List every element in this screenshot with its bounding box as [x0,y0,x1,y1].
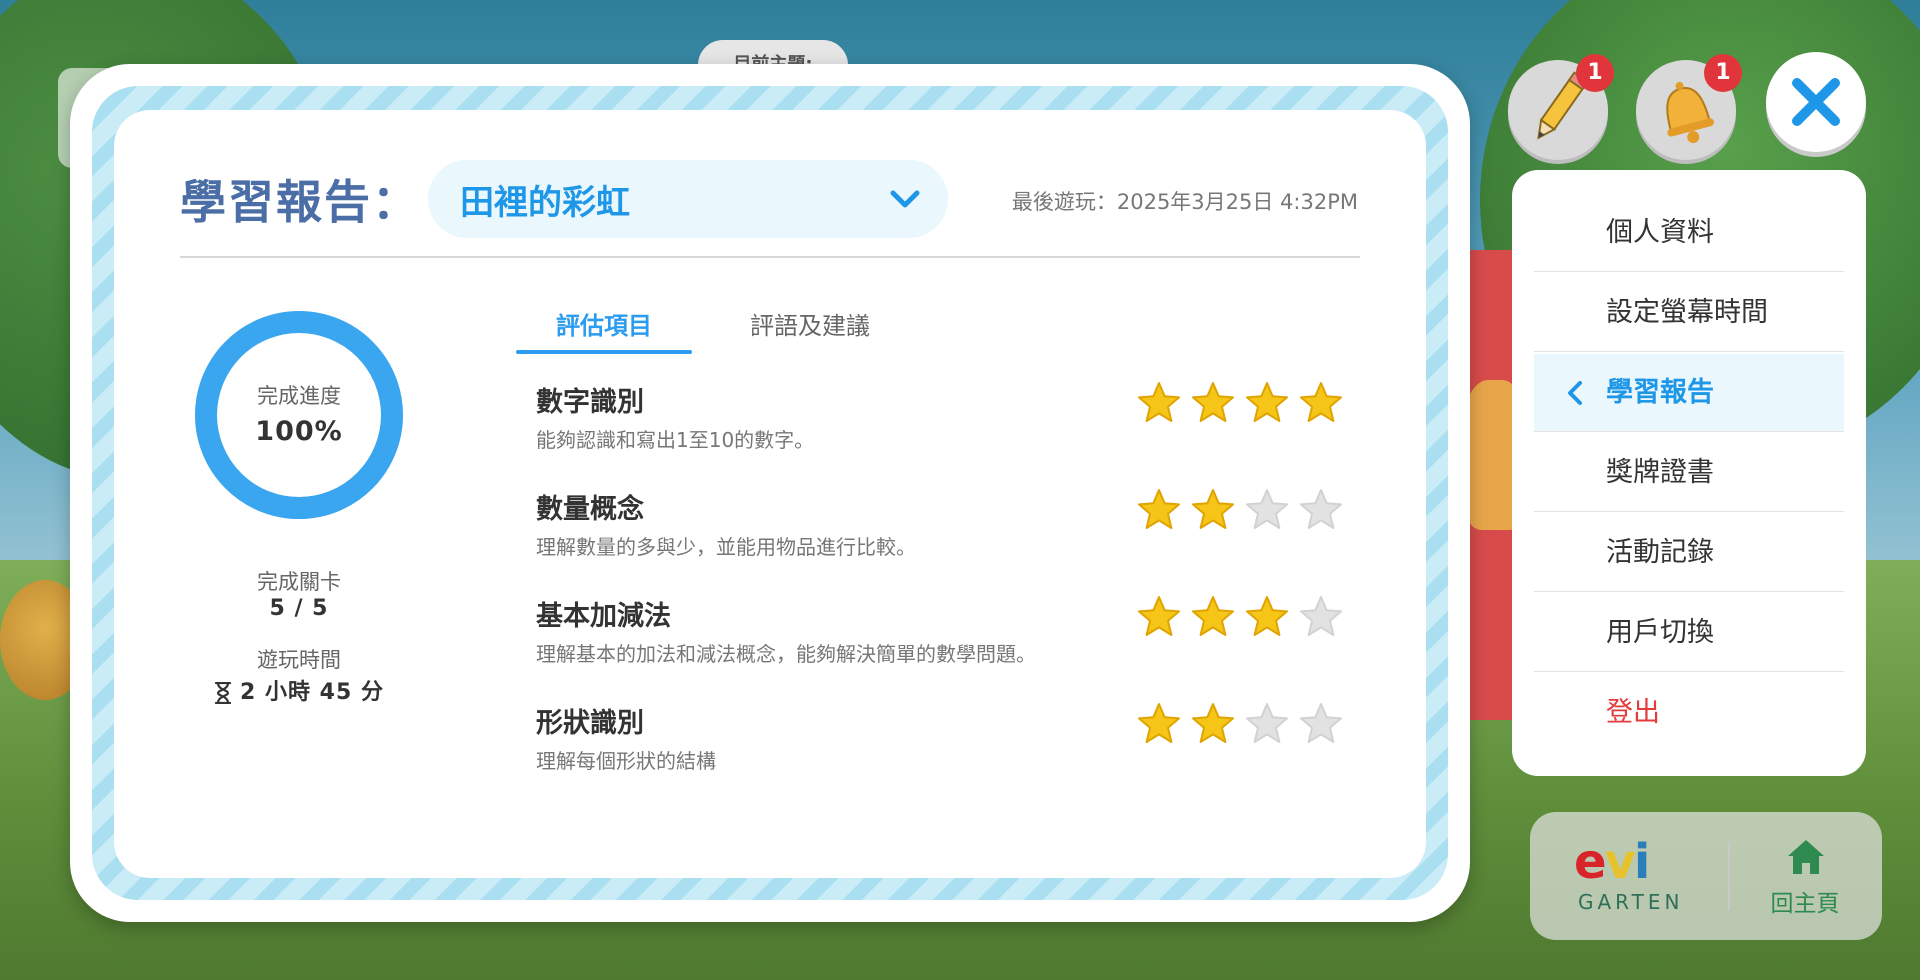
active-tab-indicator [516,350,692,354]
star-filled-icon [1192,596,1234,636]
progress-label: 完成進度 [257,384,341,408]
side-menu: 個人資料 設定螢幕時間 學習報告 獎牌證書 活動記錄 用戶切換 登出 [1512,170,1866,776]
tab-comments[interactable]: 評語及建議 [710,292,910,358]
assessment-list[interactable]: 數字識別能夠認識和寫出1至10的數字。數量概念理解數量的多與少，並能用物品進行比… [536,380,1396,778]
menu-item-label: 學習報告 [1606,377,1714,408]
assessment-name: 數字識別 [536,387,644,418]
bell-button[interactable]: 1 [1636,54,1742,160]
report-panel: 學習報告： 田裡的彩虹 最後遊玩：2025年3月25日 4:32PM 完成進度 … [114,110,1426,878]
levels-value: 5 / 5 [269,596,329,621]
hourglass-icon [214,682,232,704]
evi-garten-logo: evi GARTEN [1574,830,1696,922]
levels-label: 完成關卡 [257,570,341,594]
star-empty-icon [1300,489,1342,529]
assessment-row: 數字識別能夠認識和寫出1至10的數字。 [536,380,1396,480]
assessment-name: 形狀識別 [536,708,644,739]
panel-divider [1728,842,1730,910]
assessment-description: 理解基本的加法和減法概念，能夠解決簡單的數學問題。 [536,642,1036,666]
menu-item-profile[interactable]: 個人資料 [1534,194,1844,272]
pencil-badge: 1 [1576,54,1614,92]
menu-item-medals[interactable]: 獎牌證書 [1534,434,1844,512]
menu-item-activity-log[interactable]: 活動記錄 [1534,514,1844,592]
playtime-value-row: 2 小時 45 分 [194,674,404,706]
chevron-down-icon [890,190,920,208]
menu-item-label: 獎牌證書 [1606,457,1714,488]
topic-dropdown[interactable]: 田裡的彩虹 [428,160,948,238]
home-panel: evi GARTEN 回主頁 [1530,812,1882,940]
star-filled-icon [1192,489,1234,529]
home-button[interactable]: 回主頁 [1750,832,1860,922]
star-filled-icon [1192,382,1234,422]
assessment-row: 數量概念理解數量的多與少，並能用物品進行比較。 [536,487,1396,587]
assessment-row: 基本加減法理解基本的加法和減法概念，能夠解決簡單的數學問題。 [536,594,1396,694]
star-filled-icon [1246,382,1288,422]
menu-item-label: 活動記錄 [1606,537,1714,568]
assessment-name: 基本加減法 [536,601,671,632]
menu-item-label: 登出 [1606,697,1660,728]
assessment-description: 能夠認識和寫出1至10的數字。 [536,428,815,452]
star-filled-icon [1192,703,1234,743]
star-filled-icon [1300,382,1342,422]
header-divider [180,256,1360,258]
assessment-description: 理解數量的多與少，並能用物品進行比較。 [536,535,916,559]
home-label: 回主頁 [1770,891,1840,917]
star-rating [1136,487,1376,535]
pencil-button[interactable]: 1 [1508,54,1614,160]
chevron-left-icon [1568,381,1582,405]
logo-wordmark: evi [1574,834,1650,890]
menu-item-learning-report[interactable]: 學習報告 [1534,354,1844,432]
progress-value: 100% [255,416,343,447]
menu-item-screen-time[interactable]: 設定螢幕時間 [1534,274,1844,352]
tab-assessment[interactable]: 評估項目 [516,292,692,358]
logo-subtitle: GARTEN [1578,890,1684,914]
assessment-name: 數量概念 [536,494,644,525]
star-filled-icon [1138,596,1180,636]
playtime-label: 遊玩時間 [257,648,341,672]
close-icon [1792,78,1840,126]
playtime-value: 2 小時 45 分 [240,680,384,705]
star-empty-icon [1246,489,1288,529]
last-played-text: 最後遊玩：2025年3月25日 4:32PM [1011,190,1358,214]
star-filled-icon [1138,489,1180,529]
report-title: 學習報告： [180,175,420,229]
menu-item-switch-user[interactable]: 用戶切換 [1534,594,1844,672]
menu-item-label: 個人資料 [1606,217,1714,248]
star-filled-icon [1138,703,1180,743]
star-rating [1136,380,1376,428]
star-empty-icon [1246,703,1288,743]
assessment-description: 理解每個形狀的結構 [536,749,716,773]
star-empty-icon [1300,596,1342,636]
assessment-row: 形狀識別理解每個形狀的結構 [536,701,1396,778]
bell-badge: 1 [1704,54,1742,92]
topic-dropdown-value: 田裡的彩虹 [460,182,630,223]
menu-item-label: 用戶切換 [1606,617,1714,648]
completion-progress-fill [195,311,403,519]
star-filled-icon [1246,596,1288,636]
completion-progress-ring [195,311,403,519]
star-filled-icon [1138,382,1180,422]
star-rating [1136,594,1376,642]
close-button[interactable] [1766,52,1866,152]
menu-item-label: 設定螢幕時間 [1606,297,1768,328]
star-rating [1136,701,1376,749]
star-empty-icon [1300,703,1342,743]
home-icon [1788,840,1824,874]
menu-item-logout[interactable]: 登出 [1534,674,1844,752]
